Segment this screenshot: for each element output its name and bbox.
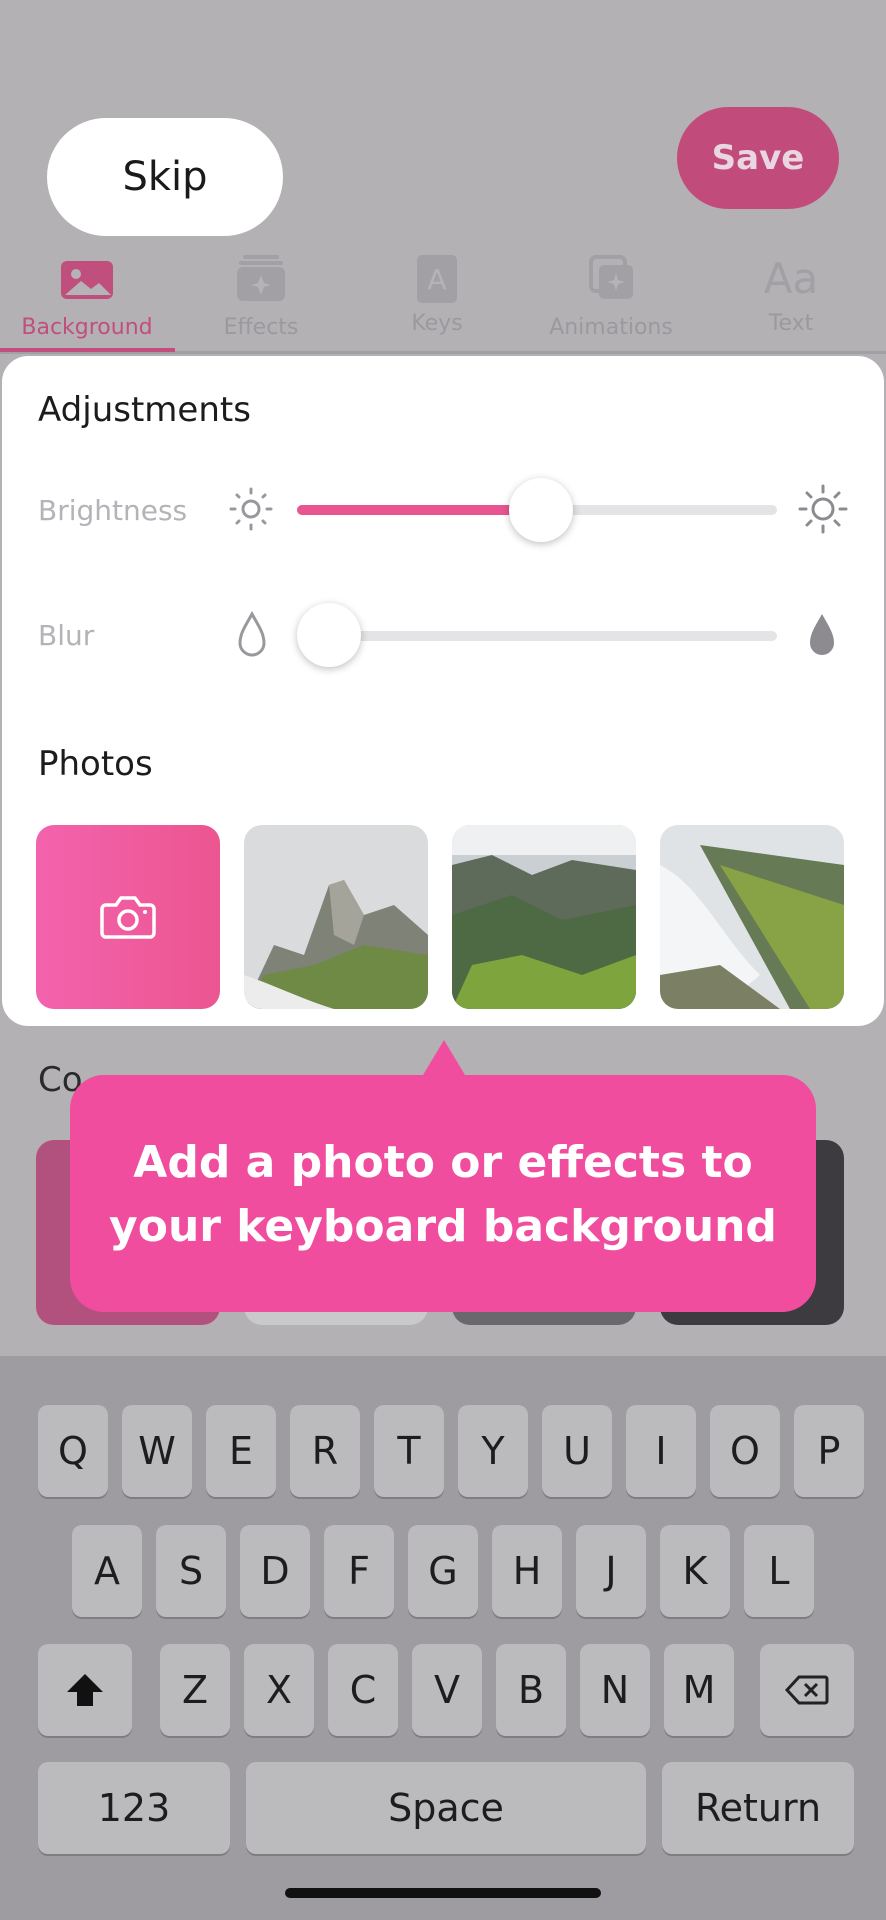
brightness-label: Brightness — [38, 494, 188, 527]
key-t[interactable]: T — [374, 1405, 444, 1497]
save-label: Save — [711, 138, 805, 178]
tab-text[interactable]: Aa Text — [706, 255, 876, 345]
valley-photo — [452, 825, 636, 1009]
key-f[interactable]: F — [324, 1525, 394, 1617]
tab-background[interactable]: Background — [2, 255, 172, 345]
home-indicator — [285, 1888, 601, 1898]
key-b[interactable]: B — [496, 1644, 566, 1736]
key-w[interactable]: W — [122, 1405, 192, 1497]
brightness-high-icon — [798, 484, 848, 534]
tooltip-line-2: your keyboard background — [109, 1201, 777, 1252]
key-l[interactable]: L — [744, 1525, 814, 1617]
camera-icon — [100, 896, 156, 939]
blur-thumb[interactable] — [297, 603, 361, 667]
tab-keys[interactable]: A Keys — [352, 255, 522, 345]
space-key[interactable]: Space — [246, 1762, 646, 1854]
numbers-key[interactable]: 123 — [38, 1762, 230, 1854]
key-icon: A — [417, 255, 457, 303]
brightness-fill — [297, 505, 537, 515]
tab-label: Effects — [223, 315, 299, 340]
onboarding-tooltip: Add a photo or effects to your keyboard … — [70, 1075, 816, 1312]
shift-key[interactable] — [38, 1644, 132, 1736]
return-key[interactable]: Return — [662, 1762, 854, 1854]
save-button[interactable]: Save — [677, 107, 839, 209]
key-p[interactable]: P — [794, 1405, 864, 1497]
key-v[interactable]: V — [412, 1644, 482, 1736]
active-tab-indicator — [0, 348, 175, 352]
brightness-low-icon — [229, 487, 273, 531]
key-u[interactable]: U — [542, 1405, 612, 1497]
key-x[interactable]: X — [244, 1644, 314, 1736]
blur-track — [297, 631, 777, 641]
key-k[interactable]: K — [660, 1525, 730, 1617]
key-y[interactable]: Y — [458, 1405, 528, 1497]
backspace-icon — [785, 1675, 829, 1705]
blur-low-icon — [238, 611, 266, 657]
text-aa-icon: Aa — [763, 254, 819, 303]
key-m[interactable]: M — [664, 1644, 734, 1736]
effects-icon — [237, 255, 285, 301]
shift-arrow-icon — [67, 1674, 103, 1706]
add-photo-button[interactable] — [36, 825, 220, 1009]
tooltip-line-1: Add a photo or effects to — [133, 1137, 753, 1188]
backspace-key[interactable] — [760, 1644, 854, 1736]
key-q[interactable]: Q — [38, 1405, 108, 1497]
tab-label: Keys — [411, 311, 463, 336]
key-d[interactable]: D — [240, 1525, 310, 1617]
key-n[interactable]: N — [580, 1644, 650, 1736]
adjustments-title: Adjustments — [38, 390, 251, 430]
blur-label: Blur — [38, 619, 95, 652]
photo-thumbnail[interactable] — [452, 825, 636, 1009]
photo-thumbnail[interactable] — [660, 825, 844, 1009]
key-r[interactable]: R — [290, 1405, 360, 1497]
skip-label: Skip — [122, 154, 208, 200]
key-o[interactable]: O — [710, 1405, 780, 1497]
tab-effects[interactable]: Effects — [176, 255, 346, 345]
brightness-thumb[interactable] — [509, 478, 573, 542]
photos-title: Photos — [38, 744, 153, 784]
tab-label: Animations — [549, 315, 673, 340]
ridge-photo — [660, 825, 844, 1009]
key-a[interactable]: A — [72, 1525, 142, 1617]
animations-icon — [589, 255, 633, 299]
mountain-photo — [244, 825, 428, 1009]
key-h[interactable]: H — [492, 1525, 562, 1617]
key-c[interactable]: C — [328, 1644, 398, 1736]
tab-animations[interactable]: Animations — [526, 255, 696, 345]
tooltip-arrow — [420, 1040, 468, 1080]
key-i[interactable]: I — [626, 1405, 696, 1497]
blur-high-icon — [810, 614, 834, 655]
key-g[interactable]: G — [408, 1525, 478, 1617]
tab-label: Text — [768, 311, 814, 336]
key-j[interactable]: J — [576, 1525, 646, 1617]
key-s[interactable]: S — [156, 1525, 226, 1617]
skip-button[interactable]: Skip — [47, 118, 283, 236]
key-e[interactable]: E — [206, 1405, 276, 1497]
photo-thumbnail[interactable] — [244, 825, 428, 1009]
key-z[interactable]: Z — [160, 1644, 230, 1736]
tooltip-text: Add a photo or effects to your keyboard … — [70, 1131, 816, 1259]
image-icon — [61, 261, 113, 299]
tab-label: Background — [21, 315, 153, 340]
